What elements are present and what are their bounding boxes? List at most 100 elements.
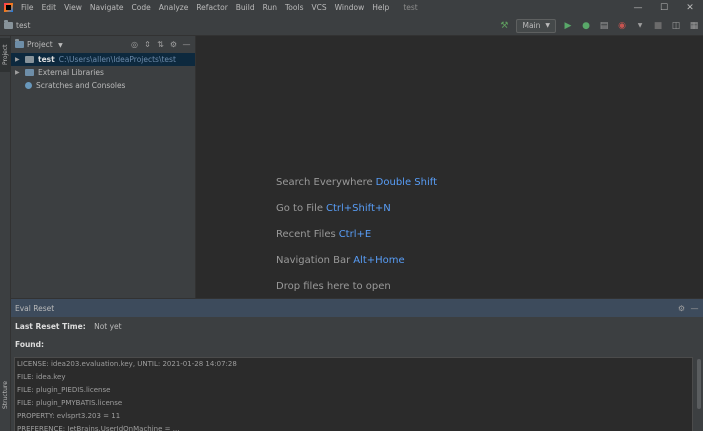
menu-run[interactable]: Run (259, 3, 281, 12)
eval-reset-panel: Eval Reset ⚙ — Last Reset Time: Not yet … (11, 298, 703, 431)
gear-icon[interactable]: ⚙ (675, 302, 688, 315)
hint-search-everywhere: Search Everywhere Double Shift (276, 177, 437, 188)
chevron-down-icon: ▼ (58, 42, 63, 49)
menu-bar: File Edit View Navigate Code Analyze Ref… (0, 0, 703, 15)
tree-item-project-root[interactable]: ▶ test C:\Users\allen\IdeaProjects\test (11, 53, 195, 66)
menu-window[interactable]: Window (331, 3, 369, 12)
menu-file[interactable]: File (17, 3, 38, 12)
run-configuration-label: Main (522, 21, 541, 30)
module-folder-icon (25, 56, 34, 63)
last-reset-row: Last Reset Time: Not yet (15, 322, 122, 331)
tree-item-scratches[interactable]: Scratches and Consoles (11, 79, 195, 92)
hint-go-to-file: Go to File Ctrl+Shift+N (276, 203, 391, 214)
found-label: Found: (15, 340, 45, 349)
toolbar-actions: ⚒ Main ▼ ▶ ● ▤ ◉ ▼ ■ ◫ ▦ (495, 15, 703, 36)
hint-text: Recent Files (276, 229, 336, 240)
collapse-all-icon[interactable]: ⇅ (154, 38, 167, 51)
search-everywhere-icon[interactable]: ▦ (686, 18, 702, 34)
hint-shortcut: Double Shift (375, 177, 438, 188)
found-list-scrollbar[interactable] (695, 357, 703, 431)
minimize-icon[interactable]: — (625, 0, 651, 15)
eval-reset-title: Eval Reset (15, 303, 55, 313)
left-tool-strip: Project Structure (0, 36, 11, 431)
hint-recent-files: Recent Files Ctrl+E (276, 229, 371, 240)
project-view-label: Project (27, 40, 53, 49)
eval-reset-tools: ⚙ — (675, 299, 701, 317)
found-entry: FILE: idea.key (17, 373, 66, 381)
tree-item-label: Scratches and Consoles (36, 81, 126, 90)
menu-build[interactable]: Build (232, 3, 259, 12)
menu-view[interactable]: View (60, 3, 86, 12)
menu-edit[interactable]: Edit (38, 3, 61, 12)
library-icon (25, 69, 34, 76)
found-entry: LICENSE: idea203.evaluation.key, UNTIL: … (17, 360, 237, 368)
tree-item-external-libraries[interactable]: ▶ External Libraries (11, 66, 195, 79)
project-tool-tab-label: Project (2, 44, 9, 66)
menu-tools[interactable]: Tools (281, 3, 307, 12)
expand-all-icon[interactable]: ⇕ (141, 38, 154, 51)
hide-panel-icon[interactable]: — (180, 38, 193, 51)
found-entry: FILE: plugin_PIEDIS.license (17, 386, 111, 394)
found-list[interactable]: LICENSE: idea203.evaluation.key, UNTIL: … (14, 357, 693, 431)
structure-tool-tab[interactable]: Structure (0, 371, 11, 419)
project-view-selector[interactable]: Project ▼ (27, 40, 63, 49)
locate-file-icon[interactable]: ◎ (128, 38, 141, 51)
project-tool-tab[interactable]: Project (0, 38, 11, 72)
breadcrumb[interactable]: test (4, 19, 30, 30)
tree-item-label: External Libraries (38, 68, 104, 77)
last-reset-value: Not yet (94, 322, 122, 331)
hint-navigation-bar: Navigation Bar Alt+Home (276, 255, 405, 266)
menu-help[interactable]: Help (368, 3, 393, 12)
build-hammer-icon[interactable]: ⚒ (496, 18, 512, 34)
profile-icon[interactable]: ◉ (614, 18, 630, 34)
editor-empty-area[interactable]: Search Everywhere Double Shift Go to File… (197, 36, 703, 298)
structure-tool-tab-label: Structure (2, 381, 9, 409)
run-icon[interactable]: ▶ (560, 18, 576, 34)
breadcrumb-project[interactable]: test (16, 21, 30, 30)
more-run-options-icon[interactable]: ▼ (632, 18, 648, 34)
run-configuration-select[interactable]: Main ▼ (516, 18, 556, 33)
stop-icon[interactable]: ■ (650, 18, 666, 34)
folder-icon (4, 19, 13, 29)
found-entry: PREFERENCE: JetBrains.UserIdOnMachine = … (17, 425, 180, 431)
hint-shortcut: Ctrl+E (338, 229, 372, 240)
window-title: test (403, 3, 418, 12)
found-entry: FILE: plugin_PMYBATIS.license (17, 399, 123, 407)
debug-icon[interactable]: ● (578, 18, 594, 34)
hint-text: Search Everywhere (276, 177, 373, 188)
menu-code[interactable]: Code (128, 3, 155, 12)
hint-text: Drop files here to open (276, 281, 391, 292)
hint-text: Go to File (276, 203, 323, 214)
maximize-icon[interactable]: ☐ (651, 0, 677, 15)
hide-panel-icon[interactable]: — (688, 302, 701, 315)
navigation-toolbar: test ⚒ Main ▼ ▶ ● ▤ ◉ ▼ ■ ◫ ▦ (0, 15, 703, 36)
menu-navigate[interactable]: Navigate (86, 3, 128, 12)
project-structure-icon[interactable]: ◫ (668, 18, 684, 34)
found-row: Found: (15, 340, 50, 349)
tree-item-path: C:\Users\allen\IdeaProjects\test (58, 55, 176, 64)
hint-drop-files: Drop files here to open (276, 281, 391, 292)
chevron-down-icon: ▼ (545, 22, 550, 29)
found-entry: PROPERTY: evlsprt3.203 = 11 (17, 412, 121, 420)
hint-shortcut: Alt+Home (353, 255, 405, 266)
menu-analyze[interactable]: Analyze (155, 3, 193, 12)
chevron-right-icon[interactable]: ▶ (15, 69, 25, 76)
project-view-icon (15, 39, 24, 48)
coverage-icon[interactable]: ▤ (596, 18, 612, 34)
intellij-logo-icon (4, 3, 13, 12)
last-reset-label: Last Reset Time: (15, 322, 86, 331)
tree-item-label: test (38, 55, 55, 64)
menu-vcs[interactable]: VCS (307, 3, 330, 12)
project-panel: Project ▼ ◎ ⇕ ⇅ ⚙ — ▶ test C:\Users\alle… (11, 36, 196, 298)
hint-shortcut: Ctrl+Shift+N (326, 203, 391, 214)
project-panel-tools: ◎ ⇕ ⇅ ⚙ — (128, 36, 193, 53)
menu-refactor[interactable]: Refactor (192, 3, 231, 12)
window-controls: — ☐ ✕ (625, 0, 703, 15)
project-panel-header: Project ▼ ◎ ⇕ ⇅ ⚙ — (11, 36, 195, 53)
chevron-right-icon[interactable]: ▶ (15, 56, 25, 63)
scrollbar-thumb[interactable] (697, 359, 701, 409)
eval-reset-header: Eval Reset ⚙ — (11, 299, 703, 317)
gear-icon[interactable]: ⚙ (167, 38, 180, 51)
close-icon[interactable]: ✕ (677, 0, 703, 15)
hint-text: Navigation Bar (276, 255, 351, 266)
